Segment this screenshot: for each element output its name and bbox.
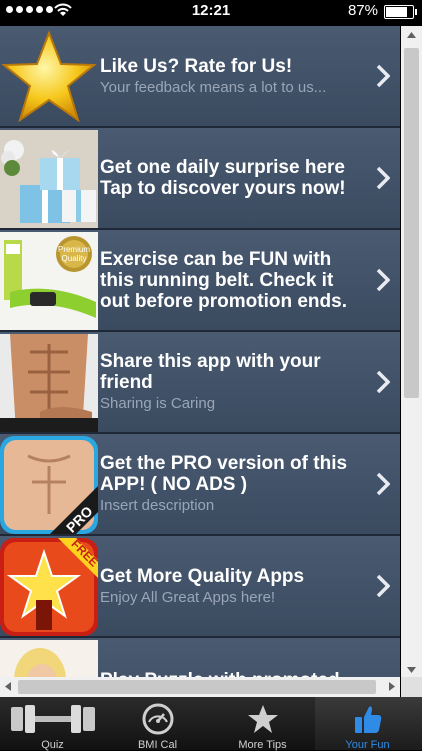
list-item-running-belt[interactable]: Premium Quality Exercise can be FUN with… bbox=[0, 230, 400, 332]
list-item-subtitle: Your feedback means a lot to us... bbox=[100, 78, 327, 96]
dumbbell-icon bbox=[10, 705, 95, 733]
list-item-title: Get More Quality Apps bbox=[100, 565, 305, 587]
list-item-more-apps[interactable]: FREE Get More Quality Apps Enjoy All Gre… bbox=[0, 536, 400, 638]
tab-bar: Quiz BMI Cal More Tips Your Fun bbox=[0, 697, 422, 751]
star-icon bbox=[247, 705, 278, 733]
tab-bmi-cal[interactable]: BMI Cal bbox=[105, 697, 210, 751]
chevron-right-icon bbox=[376, 64, 390, 88]
list-item-share-app[interactable]: Share this app with your friend Sharing … bbox=[0, 332, 400, 434]
gift-boxes-thumbnail bbox=[0, 130, 98, 228]
tab-label: Your Fun bbox=[345, 739, 390, 751]
list-item-title: Share this app with your friend bbox=[100, 351, 321, 393]
list-item-daily-surprise[interactable]: Get one daily surprise here Tap to disco… bbox=[0, 128, 400, 230]
tab-label: BMI Cal bbox=[137, 739, 178, 751]
battery-percent: 87% bbox=[347, 2, 378, 19]
list-item-subtitle: Sharing is Caring bbox=[100, 395, 216, 412]
tab-more-tips[interactable]: More Tips bbox=[210, 697, 315, 751]
list-item-pro-version[interactable]: PRO Get the PRO version of this APP! ( N… bbox=[0, 434, 400, 536]
horizontal-scroll-thumb[interactable] bbox=[18, 680, 376, 694]
gold-star-thumbnail bbox=[0, 28, 98, 126]
list-item-title: Get the PRO version of this APP! ( NO AD… bbox=[100, 453, 348, 495]
scroll-right-arrow-icon[interactable] bbox=[389, 682, 395, 691]
vertical-scroll-thumb[interactable] bbox=[404, 48, 419, 398]
chevron-right-icon bbox=[376, 370, 390, 394]
chevron-right-icon bbox=[376, 472, 390, 496]
scroll-down-arrow-icon[interactable] bbox=[407, 667, 416, 673]
tab-your-fun[interactable]: Your Fun bbox=[315, 697, 422, 751]
abs-torso-thumbnail bbox=[0, 334, 98, 432]
scroll-left-arrow-icon[interactable] bbox=[5, 682, 11, 691]
premium-badge-line1: Premium bbox=[58, 245, 90, 254]
chevron-right-icon bbox=[376, 574, 390, 598]
scroll-up-arrow-icon[interactable] bbox=[407, 32, 416, 38]
vertical-scrollbar[interactable] bbox=[401, 26, 422, 677]
list-item-subtitle: Enjoy All Great Apps here! bbox=[100, 588, 276, 606]
gauge-icon bbox=[142, 703, 173, 735]
list-item-subtitle: Insert description bbox=[100, 497, 215, 514]
running-belt-thumbnail: Premium Quality bbox=[0, 232, 98, 330]
free-star-thumbnail: FREE bbox=[0, 538, 98, 636]
scrollbar-corner bbox=[401, 677, 422, 697]
tab-label: Quiz bbox=[41, 739, 64, 751]
promo-list: Like Us? Rate for Us! Your feedback mean… bbox=[0, 26, 400, 698]
list-item-title: Get one daily surprise here Tap to disco… bbox=[100, 157, 346, 199]
battery-icon bbox=[384, 5, 417, 19]
chevron-right-icon bbox=[376, 166, 390, 190]
premium-badge-line2: Quality bbox=[62, 254, 87, 263]
thumbs-up-icon bbox=[354, 706, 381, 733]
list-item-title: Exercise can be FUN with this running be… bbox=[100, 248, 347, 312]
list-item-rate-us[interactable]: Like Us? Rate for Us! Your feedback mean… bbox=[0, 26, 400, 128]
tab-label: More Tips bbox=[238, 739, 287, 751]
tab-quiz[interactable]: Quiz bbox=[0, 697, 105, 751]
status-bar: 12:21 87% bbox=[0, 0, 422, 22]
horizontal-scrollbar[interactable] bbox=[0, 677, 400, 697]
pro-torso-thumbnail: PRO bbox=[0, 436, 98, 534]
chevron-right-icon bbox=[376, 268, 390, 292]
list-item-title: Like Us? Rate for Us! bbox=[100, 55, 293, 77]
